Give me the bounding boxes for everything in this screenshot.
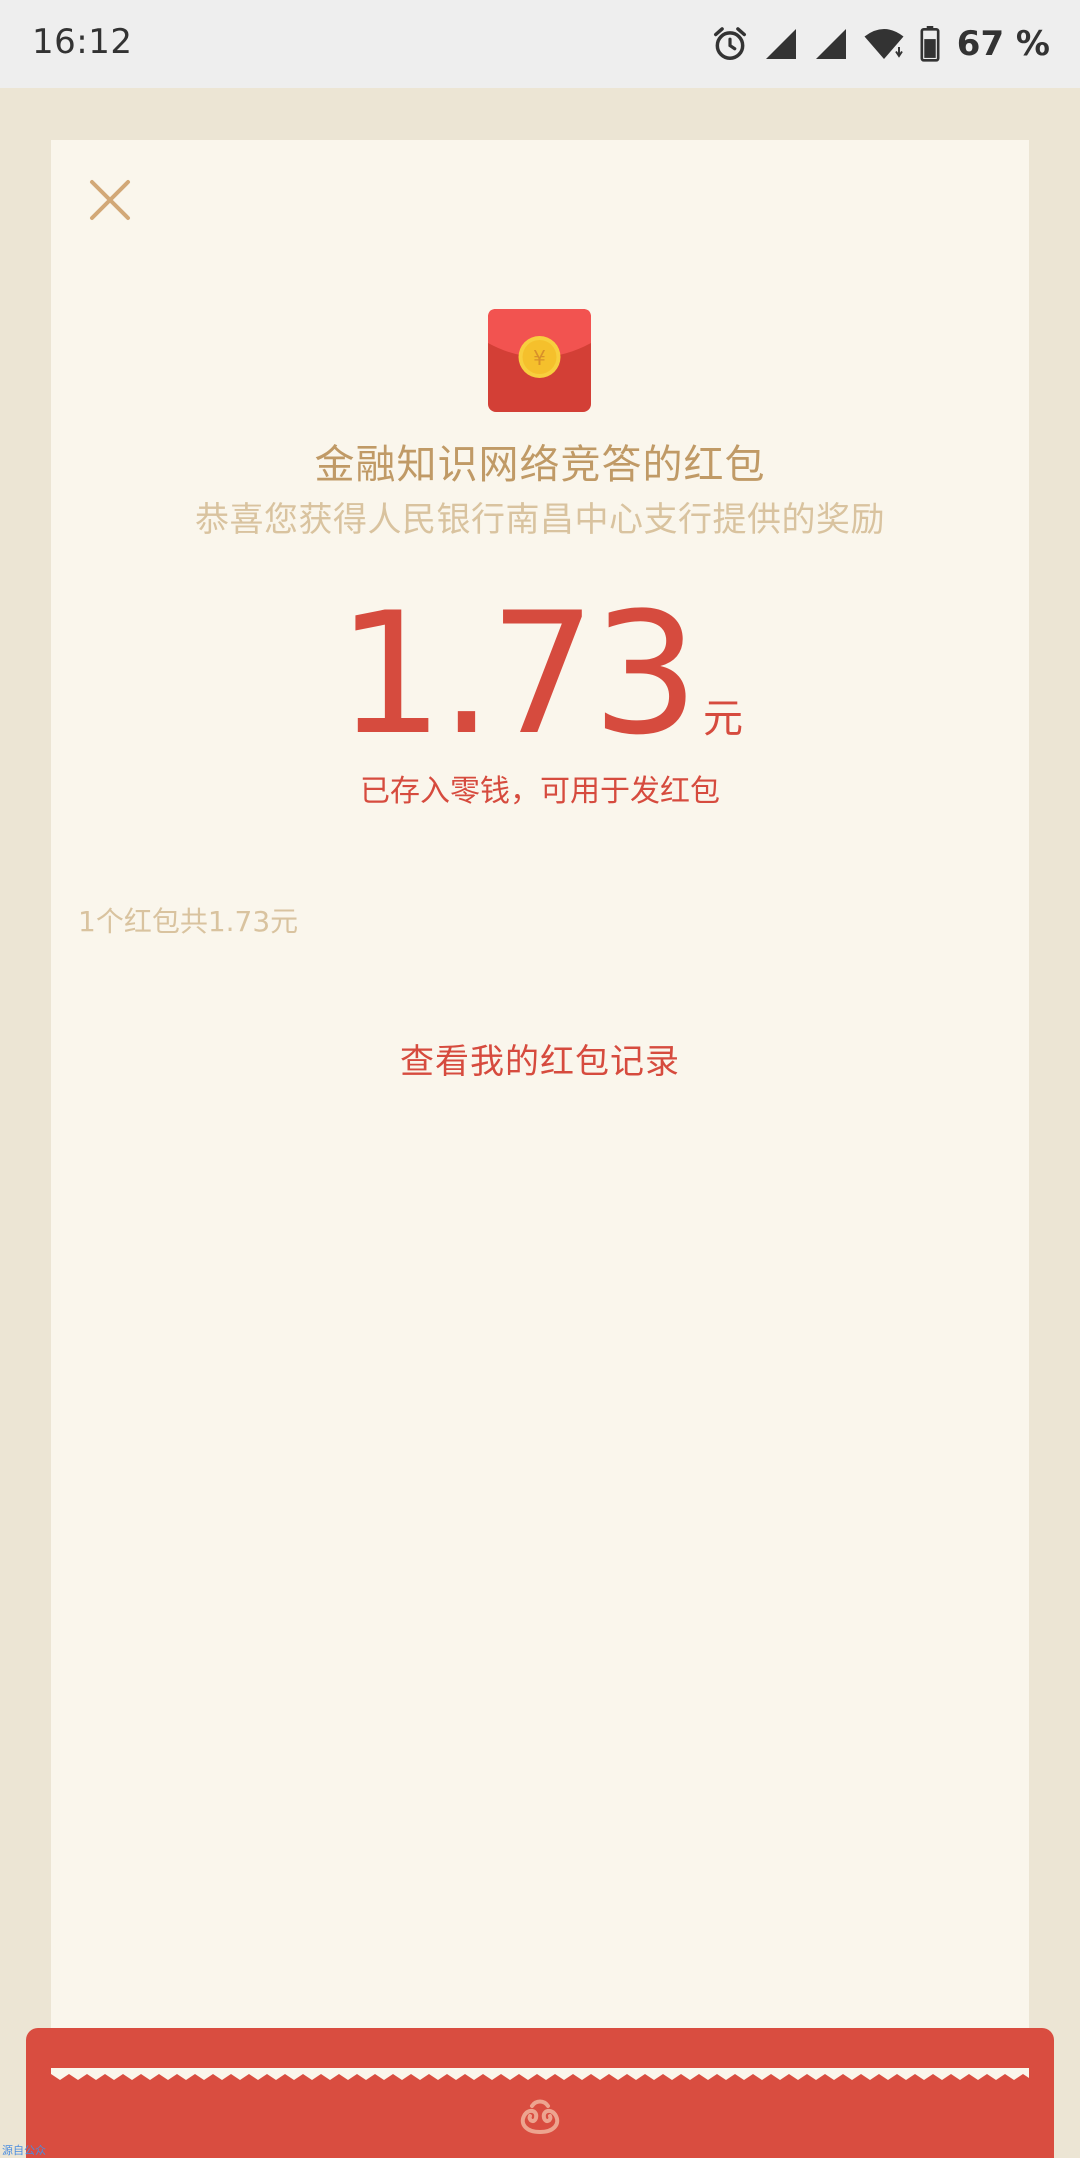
battery-icon xyxy=(919,26,941,62)
alarm-icon xyxy=(711,25,749,63)
red-packet-title: 金融知识网络竞答的红包 xyxy=(314,442,766,488)
wifi-icon xyxy=(863,25,905,63)
red-packet-card xyxy=(51,140,1029,2080)
cloud-swirl-icon xyxy=(512,2096,568,2136)
amount-currency: 元 xyxy=(703,696,744,742)
battery-percent: 67 % xyxy=(956,24,1050,64)
packet-summary: 1个红包共1.73元 xyxy=(78,905,299,938)
corner-watermark: 源自公众 xyxy=(2,2144,46,2157)
svg-text:¥: ¥ xyxy=(533,346,546,370)
bottom-band xyxy=(26,2028,1054,2158)
amount-display: 1.73 元 xyxy=(0,590,1080,758)
status-time: 16:12 xyxy=(32,22,133,62)
zigzag-edge xyxy=(51,2068,1029,2086)
close-icon xyxy=(90,180,130,220)
status-icons: 67 % xyxy=(711,20,1050,68)
view-records-link[interactable]: 查看我的红包记录 xyxy=(0,1034,1080,1083)
signal-icon xyxy=(813,26,849,62)
red-envelope-icon: ¥ xyxy=(488,309,591,412)
red-packet-subtitle: 恭喜您获得人民银行南昌中心支行提供的奖励 xyxy=(195,500,885,540)
stored-to-wallet-link[interactable]: 已存入零钱，可用于发红包 xyxy=(0,766,1080,810)
signal-icon xyxy=(763,26,799,62)
close-button[interactable] xyxy=(82,172,138,228)
amount-value: 1.73 xyxy=(336,576,699,772)
status-bar: 16:12 67 % xyxy=(0,0,1080,88)
